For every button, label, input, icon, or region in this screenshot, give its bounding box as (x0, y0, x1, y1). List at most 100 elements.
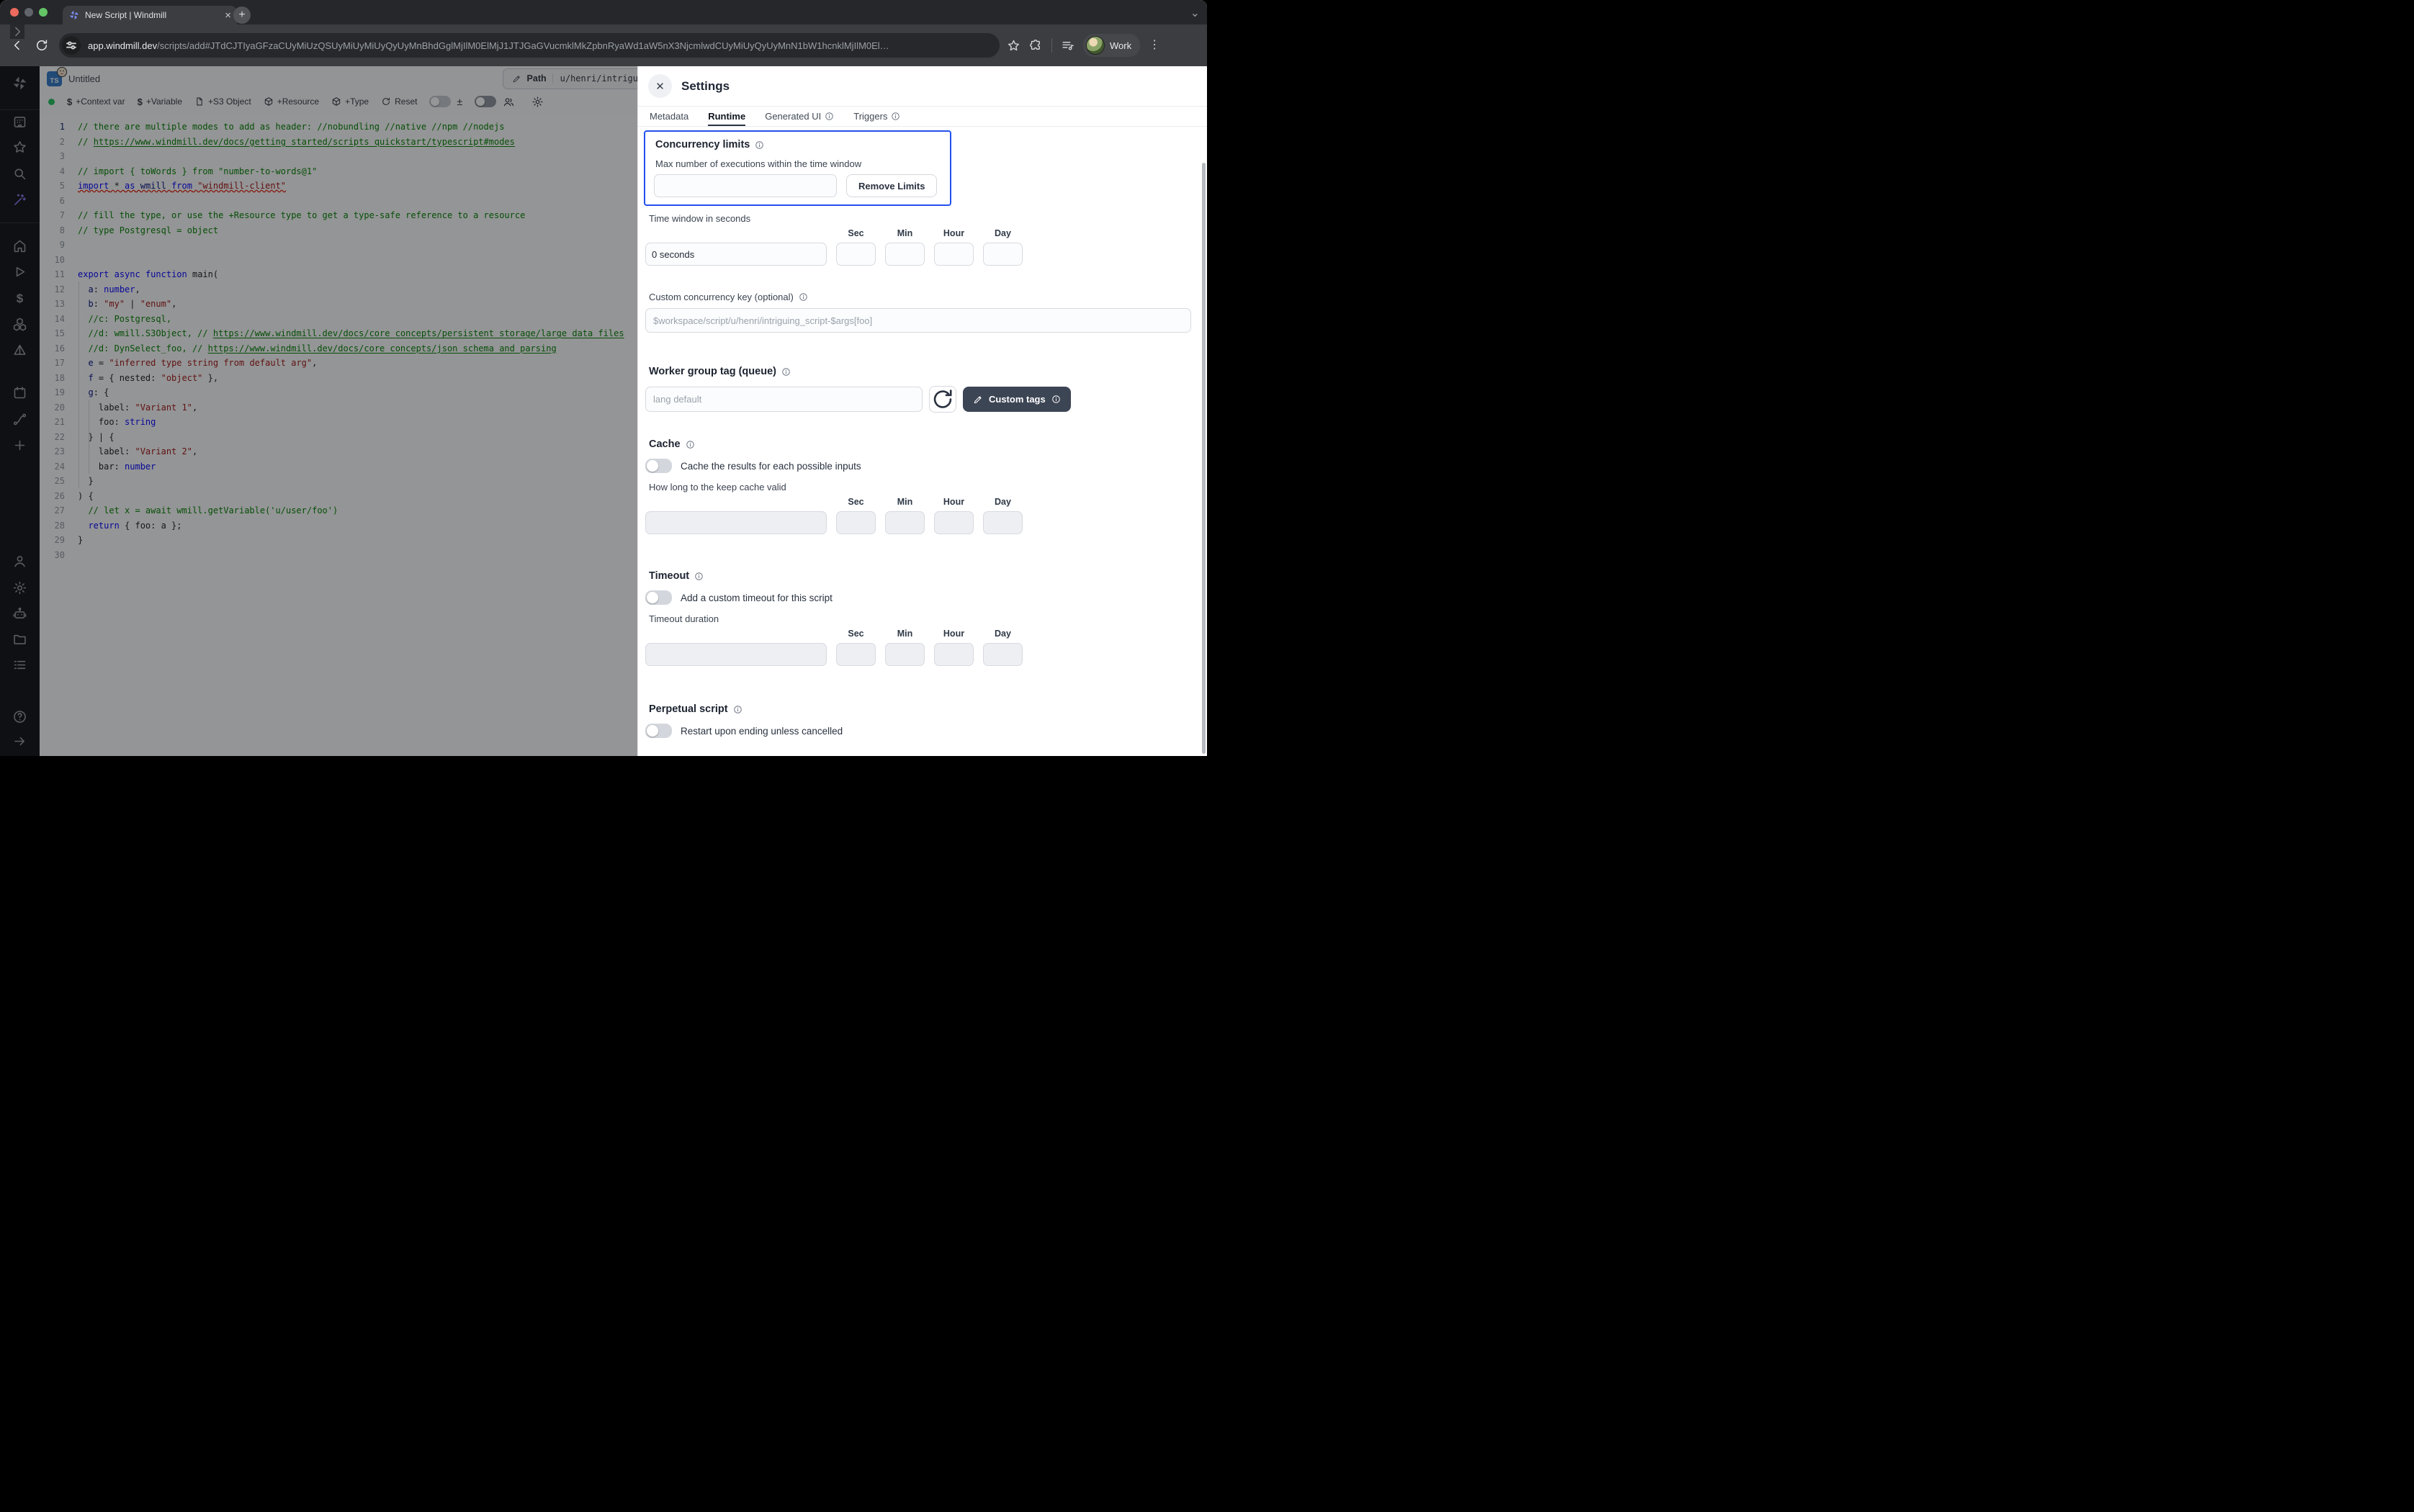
url-text[interactable]: app.windmill.dev/scripts/add#JTdCJTIyaGF… (88, 40, 889, 51)
code-line[interactable]: } (78, 533, 637, 548)
bookmark-star-icon[interactable] (1007, 39, 1020, 53)
code-line[interactable]: g: { (78, 385, 637, 400)
info-icon[interactable] (686, 440, 695, 449)
url-bar[interactable]: app.windmill.dev/scripts/add#JTdCJTIyaGF… (59, 33, 1000, 58)
zoom-window-button[interactable] (39, 8, 48, 17)
browser-tab[interactable]: New Script | Windmill × (63, 6, 237, 24)
logs-icon[interactable] (12, 657, 27, 672)
custom-concurrency-key-input[interactable] (645, 308, 1191, 333)
code-line[interactable]: f = { nested: "object" }, (78, 371, 637, 386)
tab-runtime[interactable]: Runtime (708, 107, 745, 125)
home-icon[interactable] (12, 238, 27, 253)
apps-icon[interactable] (12, 114, 27, 130)
info-icon[interactable] (733, 705, 742, 714)
max-executions-input[interactable] (654, 174, 837, 197)
code-line[interactable]: // import { toWords } from "number-to-wo… (78, 164, 637, 179)
site-settings-icon[interactable] (62, 36, 81, 55)
code-line[interactable]: // https://www.windmill.dev/docs/getting… (78, 135, 637, 150)
chevron-down-icon[interactable]: ⌄ (1190, 6, 1200, 20)
code-line[interactable] (78, 548, 637, 563)
toolbar-reset[interactable]: Reset (381, 96, 417, 107)
code-line[interactable]: import * as wmill from "windmill-client" (78, 179, 637, 194)
code-line[interactable] (78, 253, 637, 268)
code-line[interactable]: return { foo: a }; (78, 518, 637, 534)
resources-icon[interactable] (12, 317, 27, 332)
code-line[interactable]: // let x = await wmill.getVariable('u/us… (78, 503, 637, 518)
info-icon[interactable] (781, 367, 791, 377)
folders-icon[interactable] (12, 631, 27, 647)
info-icon[interactable] (799, 292, 808, 302)
code-line[interactable]: label: "Variant 1", (78, 400, 637, 415)
minimize-window-button[interactable] (24, 8, 33, 17)
ai-wand-icon[interactable] (12, 192, 27, 207)
sec-input[interactable] (836, 243, 876, 266)
settings-icon[interactable] (12, 580, 27, 595)
toolbar--type[interactable]: +Type (331, 96, 369, 107)
tab-generated-ui[interactable]: Generated UI (765, 107, 834, 125)
help-icon[interactable] (12, 709, 27, 724)
close-settings-button[interactable]: ✕ (648, 74, 672, 98)
schemas-icon[interactable] (12, 343, 27, 358)
cache-toggle[interactable] (645, 459, 672, 473)
runs-icon[interactable] (12, 264, 27, 279)
code-line[interactable] (78, 194, 637, 209)
duration-value-input[interactable] (645, 243, 827, 266)
script-title[interactable]: Untitled (68, 73, 100, 84)
variables-icon[interactable]: $ (12, 291, 27, 306)
back-icon[interactable] (10, 38, 24, 53)
browser-menu-icon[interactable]: ⋮ (1149, 42, 1156, 48)
code-line[interactable]: } (78, 474, 637, 489)
code-line[interactable]: } | { (78, 430, 637, 445)
toolbar--context-var[interactable]: $+Context var (67, 96, 125, 107)
toolbar--s3-object[interactable]: +S3 Object (194, 96, 251, 107)
new-tab-button[interactable]: + (233, 6, 251, 24)
info-icon[interactable] (694, 572, 704, 581)
code-line[interactable]: label: "Variant 2", (78, 444, 637, 459)
code-area[interactable]: 1234567891011121314151617181920212223242… (40, 115, 637, 756)
custom-tags-button[interactable]: Custom tags (963, 387, 1071, 412)
code-line[interactable]: foo: string (78, 415, 637, 430)
path-field[interactable]: Path u/henri/intrigu (503, 68, 637, 89)
close-tab-icon[interactable]: × (225, 10, 231, 21)
reading-list-icon[interactable] (1061, 39, 1074, 53)
diff-toggle[interactable] (429, 96, 451, 107)
collapse-icon[interactable] (12, 734, 27, 749)
code-line[interactable] (78, 149, 637, 164)
code-line[interactable]: // fill the type, or use the +Resource t… (78, 208, 637, 223)
editor-settings-gear-icon[interactable] (531, 96, 544, 108)
code-line[interactable]: bar: number (78, 459, 637, 474)
info-icon[interactable] (755, 140, 764, 150)
toolbar--resource[interactable]: +Resource (264, 96, 319, 107)
worker-tag-input[interactable] (645, 387, 923, 412)
toolbar--variable[interactable]: $+Variable (138, 96, 182, 107)
profile-chip[interactable]: Work (1083, 34, 1140, 57)
tab-metadata[interactable]: Metadata (650, 107, 688, 125)
schedules-icon[interactable] (12, 385, 27, 400)
search-icon[interactable] (12, 166, 27, 181)
tab-triggers[interactable]: Triggers (853, 107, 900, 125)
code-line[interactable]: a: number, (78, 282, 637, 297)
code-line[interactable]: // type Postgresql = object (78, 223, 637, 238)
extensions-puzzle-icon[interactable] (1029, 39, 1043, 53)
multiplayer-toggle[interactable] (475, 96, 496, 107)
code-line[interactable]: //c: Postgresql, (78, 312, 637, 327)
refresh-tags-button[interactable] (929, 386, 956, 413)
multiplayer-people-icon[interactable] (503, 96, 515, 108)
code-line[interactable]: //d: wmill.S3Object, // https://www.wind… (78, 326, 637, 341)
reload-icon[interactable] (35, 38, 49, 53)
remove-limits-button[interactable]: Remove Limits (846, 174, 937, 197)
code-line[interactable]: ) { (78, 489, 637, 504)
close-window-button[interactable] (10, 8, 19, 17)
code-line[interactable]: b: "my" | "enum", (78, 297, 637, 312)
code-line[interactable]: e = "inferred type string from default a… (78, 356, 637, 371)
min-input[interactable] (885, 243, 925, 266)
code-line[interactable]: export async function main( (78, 267, 637, 282)
user-icon[interactable] (12, 554, 27, 569)
code-line[interactable]: // there are multiple modes to add as he… (78, 120, 637, 135)
panel-scrollbar[interactable] (1202, 163, 1206, 754)
hour-input[interactable] (934, 243, 974, 266)
workers-icon[interactable] (12, 606, 27, 621)
star-icon[interactable] (12, 140, 27, 155)
code-line[interactable]: //d: DynSelect_foo, // https://www.windm… (78, 341, 637, 356)
code-line[interactable] (78, 238, 637, 253)
